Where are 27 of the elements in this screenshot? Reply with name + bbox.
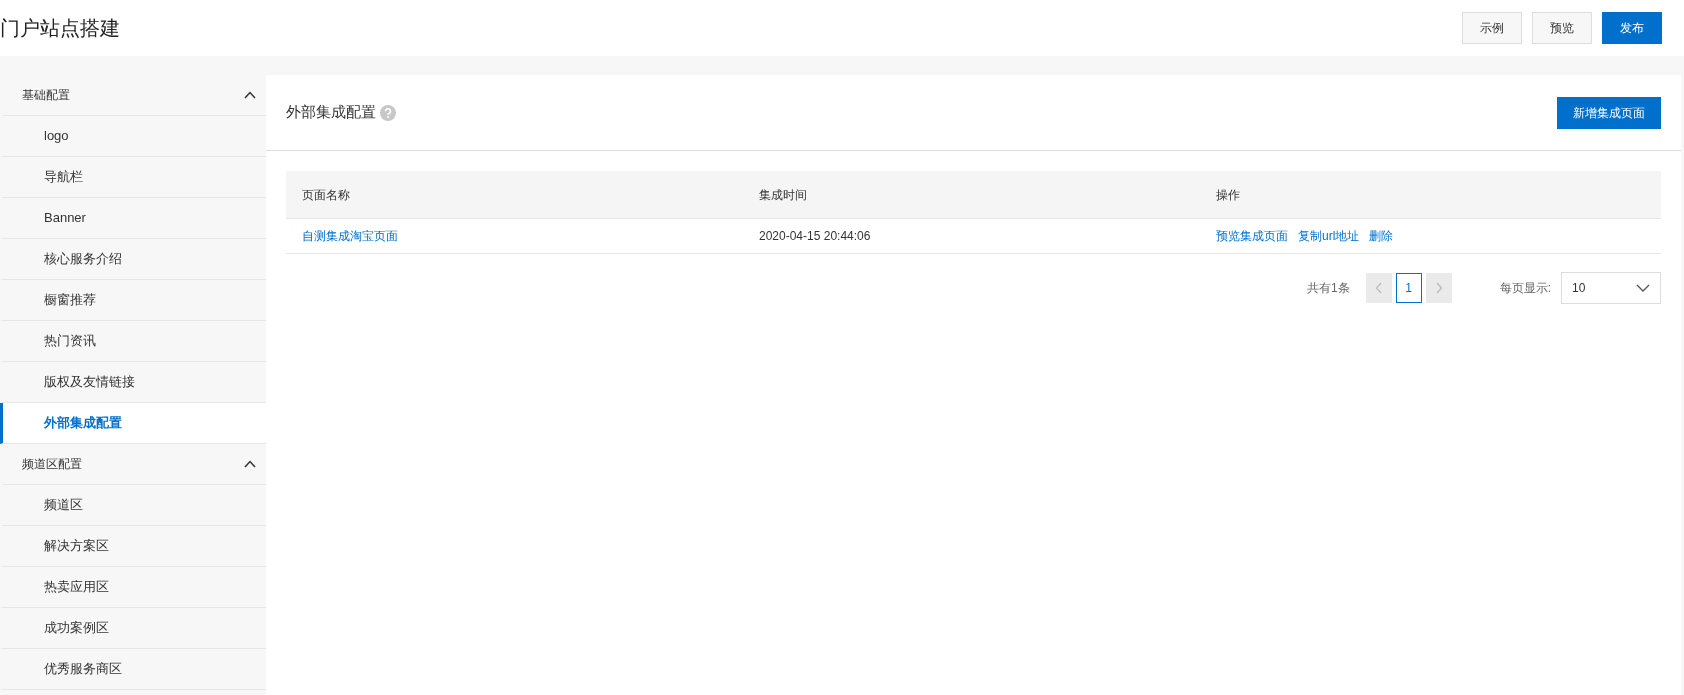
chevron-left-icon [1374, 282, 1383, 294]
chevron-up-icon[interactable] [244, 460, 256, 468]
page-title: 门户站点搭建 [0, 16, 120, 41]
page-size-label: 每页显示: [1499, 280, 1551, 297]
header-button[interactable]: 预览 [1532, 12, 1592, 44]
total-count: 共有1条 [1306, 280, 1350, 297]
column-header: 集成时间 [758, 186, 808, 204]
sidebar-item[interactable]: 外部集成配置 [0, 403, 266, 444]
column-header: 页面名称 [301, 186, 351, 204]
table-cell-text: 2020-04-15 20:44:06 [758, 228, 872, 245]
action-link[interactable]: 预览集成页面 [1216, 229, 1288, 243]
page-name-link[interactable]: 自测集成淘宝页面 [302, 229, 398, 243]
add-page-button[interactable]: 新增集成页面 [1557, 96, 1661, 129]
chevron-right-icon [1434, 282, 1443, 294]
page-size-select[interactable]: 10 [1561, 272, 1661, 304]
group-label: 基础配置 [22, 87, 70, 104]
header-button[interactable]: 示例 [1462, 12, 1522, 44]
action-link[interactable]: 复制url地址 [1298, 229, 1360, 243]
group-label: 频道区配置 [22, 456, 82, 473]
publish-button[interactable]: 发布 [1602, 12, 1662, 44]
page-button[interactable]: 1 [1395, 273, 1422, 303]
section-title: 外部集成配置 [286, 102, 376, 123]
action-link[interactable]: 删除 [1369, 229, 1394, 243]
help-icon[interactable] [380, 104, 396, 121]
chevron-up-icon[interactable] [244, 91, 256, 99]
column-header: 操作 [1215, 186, 1241, 204]
dropdown-caret-icon [1636, 284, 1650, 292]
